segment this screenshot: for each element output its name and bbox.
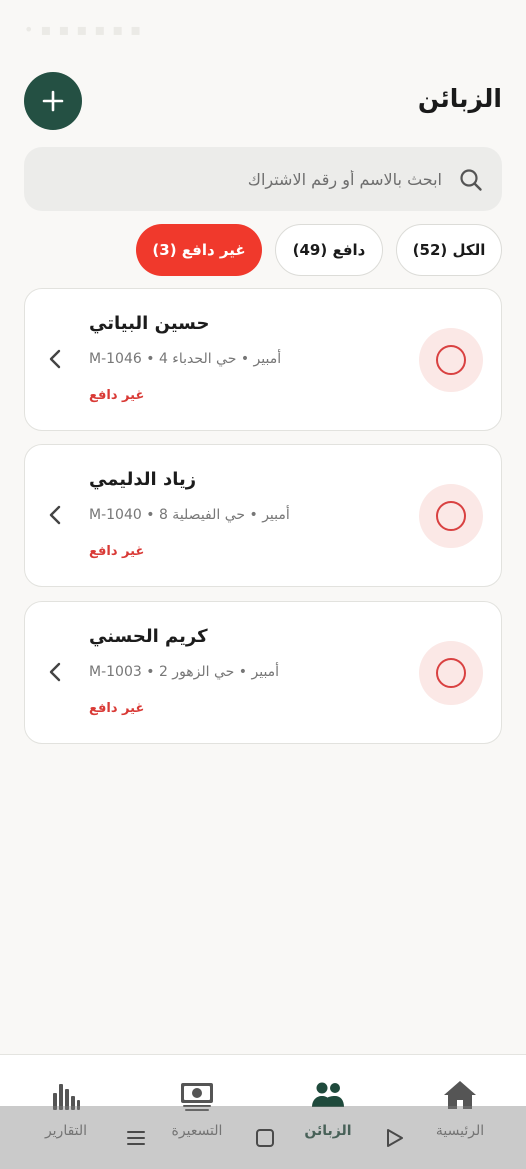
customer-meta: أمبير • حي الحدباء 4 • M-1046	[89, 351, 282, 367]
home-button-icon[interactable]	[253, 1126, 277, 1150]
filter-row: الكل (52) دافع (49) غير دافع (3)	[0, 224, 526, 276]
circle-outline-icon	[436, 658, 466, 688]
payment-status-indicator[interactable]	[419, 328, 483, 392]
customer-card[interactable]: حسين البياتي أمبير • حي الحدباء 4 • M-10…	[24, 288, 502, 431]
page-title: الزبائن	[417, 84, 502, 113]
customer-meta: أمبير • حي الزهور 2 • M-1003	[89, 664, 280, 680]
search-box[interactable]	[24, 147, 502, 211]
add-customer-button[interactable]	[24, 72, 82, 130]
customer-status-badge: غير دافع	[89, 388, 145, 403]
customer-card[interactable]: كريم الحسني أمبير • حي الزهور 2 • M-1003…	[24, 601, 502, 744]
chevron-left-icon	[49, 505, 61, 525]
circle-outline-icon	[436, 501, 466, 531]
system-navigation-bar	[0, 1106, 526, 1169]
customer-status-badge: غير دافع	[89, 701, 145, 716]
back-button-icon[interactable]	[382, 1126, 406, 1150]
customer-status-badge: غير دافع	[89, 544, 145, 559]
customer-name: حسين البياتي	[89, 313, 210, 334]
chevron-left-icon	[49, 662, 61, 682]
payment-status-indicator[interactable]	[419, 641, 483, 705]
recent-apps-icon[interactable]	[124, 1126, 148, 1150]
customer-card[interactable]: زياد الدليمي أمبير • حي الفيصلية 8 • M-1…	[24, 444, 502, 587]
payment-status-indicator[interactable]	[419, 484, 483, 548]
header: الزبائن	[24, 72, 502, 130]
chevron-left-icon	[49, 349, 61, 369]
search-icon	[460, 169, 482, 191]
customer-name: زياد الدليمي	[89, 469, 197, 490]
filter-chip-all[interactable]: الكل (52)	[396, 224, 502, 276]
filter-chip-paid[interactable]: دافع (49)	[275, 224, 383, 276]
plus-icon	[42, 90, 64, 112]
status-bar-text: • ▪ ▪ ▪ ▪ ▪ ▪	[24, 20, 143, 39]
filter-chip-unpaid[interactable]: غير دافع (3)	[136, 224, 262, 276]
status-bar: • ▪ ▪ ▪ ▪ ▪ ▪	[0, 0, 526, 58]
search-input[interactable]	[62, 147, 442, 211]
customer-name: كريم الحسني	[89, 626, 208, 647]
circle-outline-icon	[436, 345, 466, 375]
customer-meta: أمبير • حي الفيصلية 8 • M-1040	[89, 507, 290, 523]
